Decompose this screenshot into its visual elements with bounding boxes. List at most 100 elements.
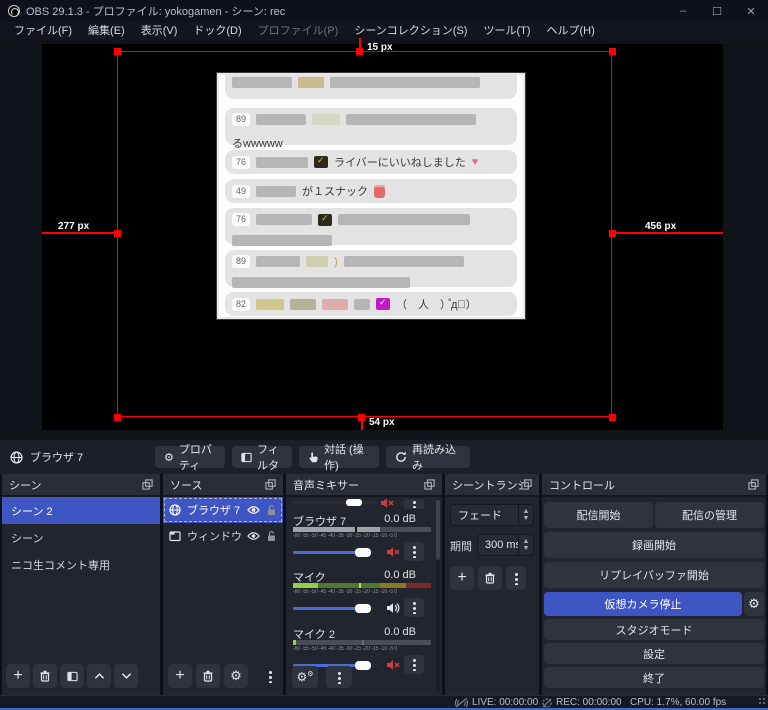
manage-broadcast-button[interactable]: 配信の管理 — [655, 502, 764, 528]
volume-slider[interactable] — [293, 603, 379, 613]
volume-slider-knob[interactable] — [355, 548, 371, 557]
distance-label-left: 277 px — [58, 221, 90, 232]
popout-icon[interactable] — [521, 479, 532, 490]
menu-file[interactable]: ファイル(F) — [6, 22, 80, 40]
add-transition-button[interactable]: + — [450, 566, 474, 590]
spinner-arrows-icon[interactable]: ▲ ▼ — [518, 505, 533, 525]
refresh-button[interactable]: 再読み込み — [386, 444, 470, 472]
visibility-eye-icon[interactable] — [247, 505, 260, 515]
move-scene-up-button[interactable] — [87, 664, 111, 688]
settings-button[interactable]: 設定 — [544, 643, 764, 664]
lock-icon[interactable] — [266, 504, 277, 516]
popout-icon[interactable] — [424, 479, 435, 490]
mute-speaker-icon[interactable] — [380, 499, 394, 509]
mute-speaker-icon[interactable] — [386, 659, 400, 671]
double-gear-icon: ⚙⚙ — [296, 670, 314, 684]
visibility-eye-icon[interactable] — [247, 531, 260, 541]
distance-label-right: 456 px — [645, 221, 677, 232]
menu-profile[interactable]: プロファイル(P) — [250, 22, 347, 40]
source-selection-rect[interactable] — [117, 51, 612, 417]
transitions-panel: シーントランジ... フェード ▲▼ 期間 300 ms ▲▼ + — [445, 474, 539, 695]
minimize-button[interactable]: – — [666, 0, 700, 22]
menu-help[interactable]: ヘルプ(H) — [539, 22, 603, 40]
channel-menu-button[interactable] — [404, 499, 424, 509]
channel-db: 0.0 dB — [384, 513, 416, 525]
studio-mode-button[interactable]: スタジオモード — [544, 619, 764, 640]
mixer-scrollbar[interactable] — [436, 500, 440, 691]
filter-icon — [66, 671, 78, 682]
selected-source-name: ブラウザ 7 — [30, 452, 84, 464]
menu-dock[interactable]: ドック(D) — [185, 22, 249, 40]
resize-handle-bottom-left[interactable] — [114, 414, 121, 421]
channel-menu-button[interactable] — [404, 598, 424, 617]
scenes-header: シーン — [9, 479, 42, 492]
mixer-channel-partial — [286, 499, 436, 509]
volume-meter — [293, 583, 431, 588]
resize-handle-bottom-right[interactable] — [609, 414, 616, 421]
resize-handle-top-right[interactable] — [609, 48, 616, 55]
menu-tools[interactable]: ツール(T) — [475, 22, 538, 40]
filters-button[interactable]: フィルタ — [232, 444, 292, 472]
mute-speaker-icon[interactable] — [386, 546, 400, 558]
popout-icon[interactable] — [265, 479, 276, 490]
interact-button[interactable]: 対話 (操作) — [299, 444, 379, 472]
close-button[interactable]: ✕ — [734, 0, 768, 22]
volume-slider-knob[interactable] — [355, 661, 371, 670]
source-item-windowcapture[interactable]: ウィンドウキ — [163, 523, 283, 549]
volume-meter — [293, 640, 431, 645]
volume-slider-knob[interactable] — [346, 499, 362, 506]
status-bar: LIVE: 00:00:00 REC: 00:00:00 CPU: 1.7%, … — [0, 695, 768, 708]
sources-more-button[interactable] — [262, 664, 278, 688]
virtual-camera-settings-button[interactable]: ⚙ — [744, 592, 764, 616]
remove-transition-button[interactable] — [478, 566, 502, 590]
start-recording-button[interactable]: 録画開始 — [544, 532, 764, 558]
obs-logo-icon — [8, 5, 20, 17]
scene-item-scene2[interactable]: シーン 2 — [2, 497, 160, 524]
menu-view[interactable]: 表示(V) — [133, 22, 186, 40]
duration-spinbox[interactable]: 300 ms ▲ ▼ — [477, 534, 534, 556]
resize-handle-top-left[interactable] — [114, 48, 121, 55]
source-properties-button[interactable]: ⚙ — [224, 664, 248, 688]
rec-time: REC: 00:00:00 — [556, 697, 622, 708]
add-scene-button[interactable]: + — [6, 664, 30, 688]
speaker-on-icon[interactable] — [386, 602, 400, 614]
reload-icon — [395, 451, 407, 463]
maximize-button[interactable]: ☐ — [700, 0, 734, 22]
lock-icon[interactable] — [266, 530, 277, 542]
source-item-browser7[interactable]: ブラウザ 7 — [163, 497, 283, 523]
mixer-menu-button[interactable] — [326, 666, 352, 688]
volume-meter — [293, 527, 431, 532]
transitions-header: シーントランジ... — [452, 479, 521, 492]
scene-filters-button[interactable] — [60, 664, 84, 688]
transition-menu-button[interactable] — [506, 566, 526, 590]
menu-scene-collection[interactable]: シーンコレクション(S) — [346, 22, 475, 40]
exit-button[interactable]: 終了 — [544, 667, 764, 688]
remove-scene-button[interactable] — [33, 664, 57, 688]
volume-slider[interactable] — [293, 547, 379, 557]
spinner-arrows-icon[interactable]: ▲ ▼ — [518, 535, 533, 555]
transition-select[interactable]: フェード ▲ ▼ — [450, 504, 534, 526]
move-scene-down-button[interactable] — [114, 664, 138, 688]
gear-icon: ⚙ — [164, 450, 174, 464]
mixer-header: 音声ミキサー — [293, 479, 359, 492]
properties-button[interactable]: ⚙ プロパティ — [155, 444, 225, 472]
scene-item-nicolive[interactable]: ニコ生コメント専用 — [2, 551, 160, 578]
resize-grip[interactable] — [758, 697, 766, 705]
stop-virtual-camera-button[interactable]: 仮想カメラ停止 — [544, 592, 742, 616]
channel-menu-button[interactable] — [404, 655, 424, 674]
volume-slider-knob[interactable] — [355, 604, 371, 613]
kebab-menu-icon — [412, 601, 416, 614]
cpu-fps-stats: CPU: 1.7%, 60.00 fps — [630, 697, 727, 708]
start-replay-buffer-button[interactable]: リプレイバッファ開始 — [544, 562, 764, 588]
menu-edit[interactable]: 編集(E) — [80, 22, 133, 40]
advanced-audio-button[interactable]: ⚙⚙ — [292, 666, 318, 688]
popout-icon[interactable] — [748, 479, 759, 490]
remove-source-button[interactable] — [196, 664, 220, 688]
channel-menu-button[interactable] — [404, 542, 424, 561]
scene-item-scene[interactable]: シーン — [2, 524, 160, 551]
meter-scale: -60 -55 -50 -45 -40 -35 -30 -25 -20 -15 … — [293, 646, 398, 652]
add-source-button[interactable]: + — [168, 664, 192, 688]
popout-icon[interactable] — [142, 479, 153, 490]
start-streaming-button[interactable]: 配信開始 — [544, 502, 653, 528]
kebab-menu-icon — [412, 658, 416, 671]
